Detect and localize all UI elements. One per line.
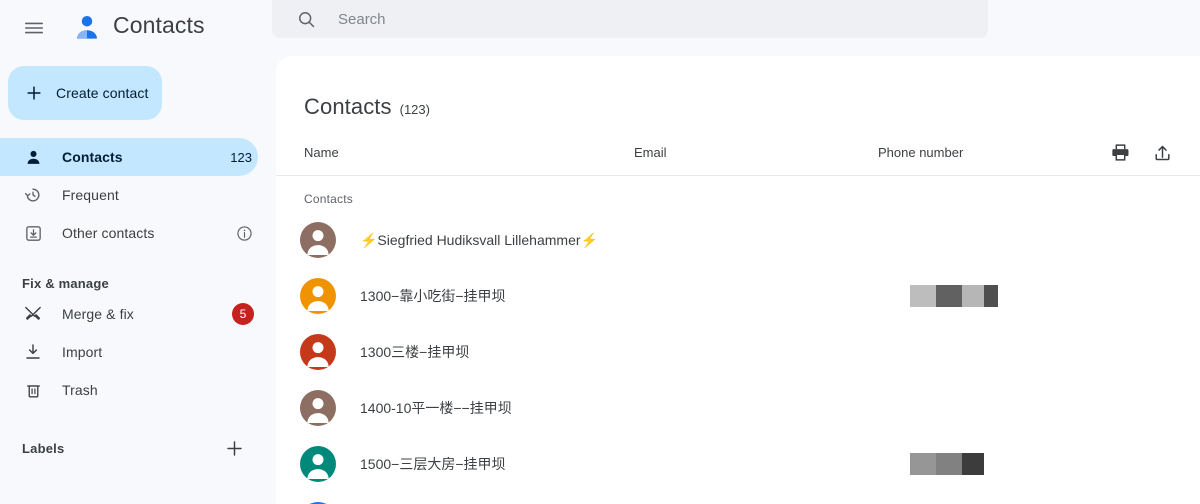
contact-avatar[interactable]: [300, 278, 336, 314]
import-download-icon: [22, 341, 44, 363]
print-icon[interactable]: [1108, 141, 1132, 165]
contact-row[interactable]: [276, 492, 1200, 504]
sidebar-item-import[interactable]: Import: [0, 333, 258, 371]
labels-section: Labels: [0, 429, 272, 467]
page-title-count: (123): [399, 102, 430, 117]
contacts-table-header: Name Email Phone number: [276, 142, 1200, 176]
contact-avatar[interactable]: [300, 222, 336, 258]
sidebar-item-merge-fix[interactable]: Merge & fix 5: [0, 295, 258, 333]
contact-avatar[interactable]: [300, 446, 336, 482]
info-icon[interactable]: [235, 224, 254, 243]
sidebar-section-fix-manage: Fix & manage: [22, 276, 109, 291]
export-upload-icon[interactable]: [1150, 141, 1174, 165]
sidebar-item-frequent-label: Frequent: [62, 187, 119, 203]
table-header-actions: [1108, 141, 1174, 165]
search-bar[interactable]: [272, 0, 988, 38]
column-header-phone[interactable]: Phone number: [878, 145, 1108, 160]
hamburger-menu-icon[interactable]: [14, 8, 54, 48]
contact-name: 1400-10平一楼−−挂甲坝: [360, 400, 512, 416]
sidebar-item-frequent[interactable]: Frequent: [0, 176, 258, 214]
contacts-main-panel: Contacts (123) Name Email Phone number C…: [276, 56, 1200, 504]
create-contact-button[interactable]: Create contact: [8, 66, 162, 120]
labels-title: Labels: [22, 440, 65, 456]
redacted-phone-number: [910, 285, 998, 307]
download-box-icon: [22, 222, 44, 244]
create-label-plus-icon[interactable]: [222, 436, 246, 460]
contact-name: 1500−三层大房−挂甲坝: [360, 456, 506, 472]
sidebar-item-other-contacts[interactable]: Other contacts: [0, 214, 258, 252]
contact-name: ⚡Siegfried Hudiksvall Lillehammer⚡: [360, 231, 598, 248]
contact-avatar[interactable]: [300, 390, 336, 426]
top-app-bar: Contacts: [0, 0, 1200, 56]
page-title: Contacts: [304, 94, 392, 119]
contact-avatar[interactable]: [300, 334, 336, 370]
sidebar-item-trash[interactable]: Trash: [0, 371, 258, 409]
contact-row[interactable]: ⚡Siegfried Hudiksvall Lillehammer⚡: [276, 212, 1200, 268]
column-header-email[interactable]: Email: [634, 145, 878, 160]
contact-row[interactable]: 1300三楼−挂甲坝: [276, 324, 1200, 380]
redacted-phone-number: [910, 453, 984, 475]
sidebar-nav: Contacts 123 Frequent Other contacts Fix…: [0, 138, 272, 467]
sidebar-item-contacts[interactable]: Contacts 123: [0, 138, 258, 176]
app-title: Contacts: [113, 12, 205, 38]
contacts-app-window: Contacts Create contact: [0, 0, 1200, 504]
contact-row[interactable]: 1300−靠小吃街−挂甲坝: [276, 268, 1200, 324]
merge-tools-icon: [22, 303, 44, 325]
contact-row[interactable]: 1400-10平一楼−−挂甲坝: [276, 380, 1200, 436]
page-title-row: Contacts (123): [276, 56, 1200, 120]
sidebar-item-trash-label: Trash: [62, 382, 98, 398]
contact-row[interactable]: 1500−三层大房−挂甲坝: [276, 436, 1200, 492]
column-header-name[interactable]: Name: [304, 145, 634, 160]
contact-phone: [910, 453, 1178, 475]
history-clock-icon: [22, 184, 44, 206]
merge-fix-badge: 5: [232, 303, 254, 325]
sidebar-item-import-label: Import: [62, 344, 103, 360]
contacts-list: ⚡Siegfried Hudiksvall Lillehammer⚡ 1300−靠…: [276, 212, 1200, 504]
sidebar-item-merge-fix-label: Merge & fix: [62, 306, 134, 322]
sidebar-contacts-count: 123: [230, 149, 252, 165]
create-contact-label: Create contact: [56, 85, 149, 101]
trash-bin-icon: [22, 379, 44, 401]
sidebar: Create contact Contacts 123 Frequent Oth…: [0, 56, 272, 504]
sidebar-item-contacts-label: Contacts: [62, 149, 123, 165]
search-input[interactable]: [338, 10, 898, 28]
contact-phone: [910, 285, 1178, 307]
contacts-person-logo-icon: [68, 9, 106, 47]
sidebar-item-other-contacts-label: Other contacts: [62, 225, 155, 241]
search-icon: [294, 7, 318, 31]
contact-name: 1300−靠小吃街−挂甲坝: [360, 288, 506, 304]
plus-icon: [24, 82, 44, 104]
person-icon: [22, 146, 44, 168]
contacts-group-label: Contacts: [304, 192, 353, 206]
contact-name: 1300三楼−挂甲坝: [360, 344, 470, 360]
